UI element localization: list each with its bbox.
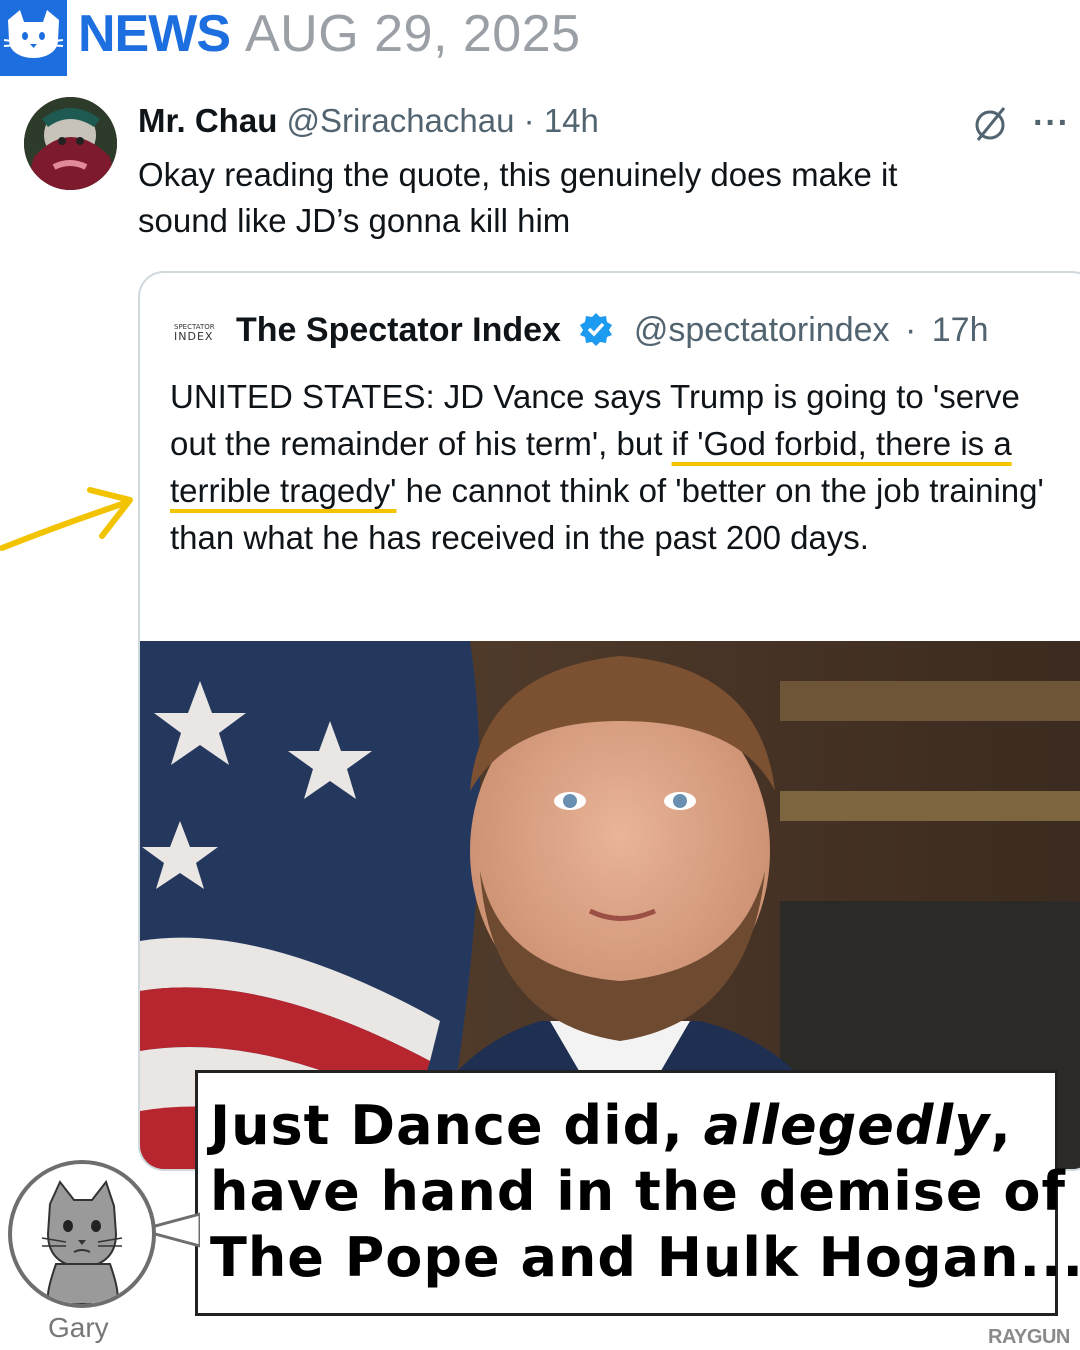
quoted-post-header: The Spectator Index @spectatorindex · 17…	[236, 311, 989, 350]
raygun-watermark: RAYGUN	[988, 1326, 1070, 1348]
post-header: Mr. Chau @Srirachachau · 14h	[138, 102, 599, 140]
news-label: NEWS	[78, 5, 231, 63]
caption-text: Just Dance did,	[210, 1094, 704, 1157]
quoted-text: UNITED STATES: JD Vance says Trump is go…	[170, 373, 1070, 561]
quoted-post-card[interactable]: SPECTATOR INDEX The Spectator Index @spe…	[138, 271, 1080, 1171]
more-options-icon[interactable]: ···	[1033, 104, 1070, 143]
caption-line: have hand in the demise of	[210, 1160, 1066, 1223]
spectator-index-logo: SPECTATOR INDEX	[174, 323, 215, 343]
post-author[interactable]: Mr. Chau	[138, 102, 277, 139]
header: NEWS AUG 29, 2025	[0, 0, 1080, 76]
cat-icon	[0, 0, 67, 76]
slash-circle-icon[interactable]	[970, 104, 1010, 144]
caption-box: Just Dance did, allegedly, have hand in …	[195, 1070, 1080, 1316]
quoted-time[interactable]: 17h	[932, 311, 989, 349]
post-text-line: Okay reading the quote, this genuinely d…	[138, 156, 898, 193]
post-separator: ·	[523, 102, 535, 139]
logo-text-bottom: INDEX	[174, 330, 213, 343]
quoted-author[interactable]: The Spectator Index	[236, 311, 561, 349]
arrow-annotation-icon	[0, 480, 140, 570]
quoted-handle[interactable]: @spectatorindex	[634, 311, 890, 349]
caption-emphasis: allegedly	[703, 1094, 991, 1157]
post-handle[interactable]: @Srirachachau	[287, 102, 515, 139]
avatar[interactable]	[24, 97, 117, 190]
gary-label: Gary	[48, 1312, 109, 1343]
cat-avatar-icon	[8, 1160, 156, 1308]
quoted-separator: ·	[904, 311, 917, 349]
caption-line: The Pope and Hulk Hogan...	[210, 1226, 1080, 1289]
post-text: Okay reading the quote, this genuinely d…	[138, 152, 1038, 244]
date-label: AUG 29, 2025	[245, 5, 581, 63]
verified-badge-icon	[578, 311, 614, 347]
post-text-line: sound like JD’s gonna kill him	[138, 202, 571, 239]
caption-line: Just Dance did, allegedly,	[210, 1093, 1041, 1159]
caption-text: ,	[990, 1094, 1012, 1157]
post-time[interactable]: 14h	[544, 102, 599, 139]
